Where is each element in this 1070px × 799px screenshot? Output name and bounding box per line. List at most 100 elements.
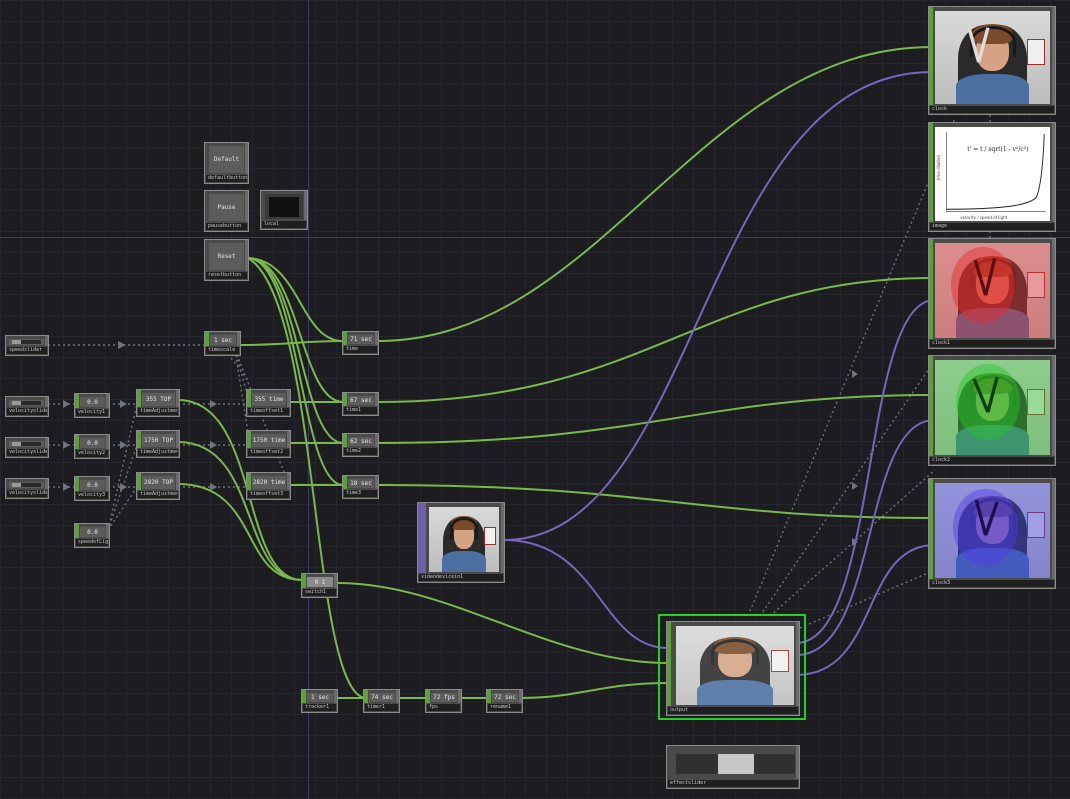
slider-view[interactable] [9,441,44,447]
node-name: fps [427,704,460,711]
timer-node[interactable]: 74 sec timer1 [363,689,400,713]
button-label: Pause [217,204,236,211]
node-name: timeAdjustment3 [138,491,178,498]
network-editor-canvas[interactable]: speedslider velocityslider1 velocityslid… [0,0,1070,799]
time2-node[interactable]: 62 sec time2 [342,433,379,457]
velocity2-node[interactable]: 0.0 velocity2 [74,434,110,459]
node-name: time [344,346,377,353]
resetbutton-node[interactable]: Reset resetbutton [204,239,249,281]
output-preview [676,626,794,705]
node-name: velocity2 [76,450,108,457]
defaultbutton-node[interactable]: Default defaultbutton [204,142,249,184]
chop-value: 1750 time [252,437,286,444]
slider-view[interactable] [9,400,44,406]
chop-view: 72 fps [431,693,457,702]
wire-time1-clock1 [377,277,933,403]
node-name: timescale [206,347,239,354]
chop-view: 0.0 [80,527,105,537]
local-preview [268,196,300,217]
velocity3-node[interactable]: 0.0 velocity3 [74,476,110,501]
clock1-node[interactable]: clock1 [928,238,1056,349]
wire-output-clock2 [795,419,936,656]
rename-node[interactable]: 72 sec rename1 [486,689,523,713]
chop-view: 18 sec [348,479,374,488]
clock1-preview [935,243,1050,338]
chop-view: 71 sec [348,335,374,344]
node-name: timeoffset3 [248,491,289,498]
slider-fill [11,442,21,446]
slider-track [11,340,42,344]
chop-view: 72 sec [492,693,518,702]
videodevicein-node[interactable]: videodevicein1 [417,502,505,583]
node-name: timeoffset2 [248,449,289,456]
slider-view[interactable] [9,339,44,345]
effect-slider-view[interactable] [676,754,795,774]
dotted-wire [107,403,138,531]
velocityslider1-node[interactable]: velocityslider1 [5,396,49,417]
clock3-preview [935,483,1050,578]
timeoffset1-node[interactable]: 355 time timeoffset1 [246,389,291,417]
default-button[interactable]: Default [209,146,244,173]
node-name: clock [930,106,1054,113]
velocity1-node[interactable]: 0.0 velocity1 [74,393,110,418]
image-node[interactable]: t' = t / sqrt(1 - v²/c²) time dilation v… [928,122,1056,232]
clock2-node[interactable]: clock2 [928,355,1056,466]
node-name: velocity3 [76,492,108,499]
chop-view: 0.0 [80,397,105,407]
chop-view: 355 TOP [142,393,175,406]
node-name: defaultbutton [206,175,247,182]
time3-node[interactable]: 18 sec time3 [342,475,379,499]
slider-handle[interactable] [717,754,754,774]
time-node[interactable]: 71 sec time [342,331,379,355]
timeadjustment2-node[interactable]: 1750 TOP timeAdjustment2 [136,430,180,458]
tracker-node[interactable]: 1 sec tracker1 [301,689,338,713]
slider-view[interactable] [9,482,44,488]
time1-node[interactable]: 67 sec time1 [342,392,379,416]
velocityslider3-node[interactable]: velocityslider3 [5,478,49,499]
wire-output-clock3 [795,544,936,676]
node-name: local [262,221,306,228]
chop-view: 2820 time [252,476,286,489]
chop-value: 72 sec [494,694,516,701]
reset-button[interactable]: Reset [209,243,244,270]
slider-fill [11,340,21,344]
graph-formula: t' = t / sqrt(1 - v²/c²) [967,145,1029,153]
node-name: time2 [344,448,377,455]
velocityslider2-node[interactable]: velocityslider2 [5,437,49,458]
speedoflight-node[interactable]: 0.0 speedofLight [74,523,110,548]
clock-node[interactable]: clock [928,6,1056,115]
timeadjustment3-node[interactable]: 2820 TOP timeAdjustment3 [136,472,180,500]
node-name: speedslider [7,347,47,354]
timeoffset2-node[interactable]: 1750 time timeoffset2 [246,430,291,458]
dotted-wire [799,569,936,629]
clock-preview [935,11,1050,104]
timeadjustment1-node[interactable]: 355 TOP timeAdjustment1 [136,389,180,417]
dotted-wire [747,117,956,617]
pausebutton-node[interactable]: Pause pausebutton [204,190,249,232]
timeoffset3-node[interactable]: 2820 time timeoffset3 [246,472,291,500]
clock-hands-icon [973,257,997,296]
clock3-node[interactable]: clock3 [928,478,1056,589]
output-node[interactable]: output [666,621,800,716]
timescale-node[interactable]: 1 sec timescale [204,331,241,356]
chop-view: 1750 time [252,434,286,447]
slider-track [11,401,42,405]
fps-node[interactable]: 72 fps fps [425,689,462,713]
chop-value: 67 sec [350,397,372,404]
effectslider-node[interactable]: effectslider [666,745,800,789]
button-label: Default [213,156,240,163]
local-node[interactable]: local [260,190,308,230]
pause-button[interactable]: Pause [209,194,244,221]
chop-value: 0.0 [87,481,98,489]
wire-time-clock [377,46,933,342]
chop-view: 0.0 [80,438,105,448]
chop-view: 1 sec [210,335,236,345]
node-name: effectslider [668,780,798,787]
clock2-preview [935,360,1050,455]
node-name: time3 [344,490,377,497]
speedslider-node[interactable]: speedslider [5,335,49,356]
wire-rename-output [520,682,669,699]
node-name: output [668,707,798,714]
switch-node[interactable]: 0 1 switch1 [301,573,338,598]
chop-value: 2820 TOP [144,479,173,486]
